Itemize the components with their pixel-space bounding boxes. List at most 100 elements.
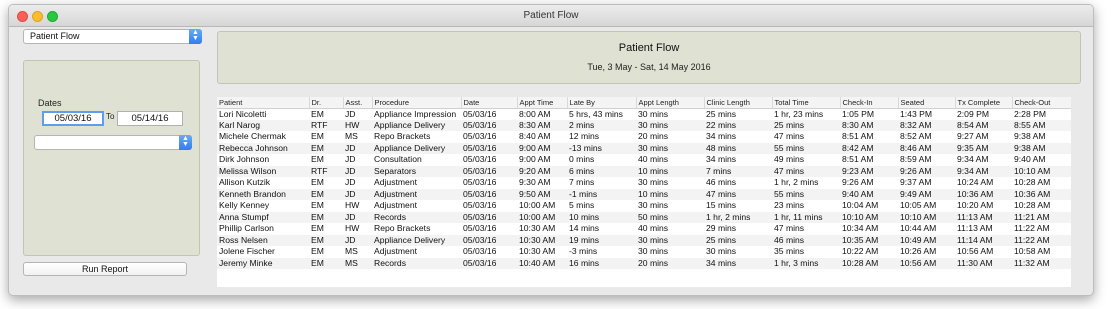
table-cell: 11:13 AM xyxy=(957,223,993,234)
table-cell: 20 mins xyxy=(636,257,704,269)
table-cell: 48 mins xyxy=(704,142,772,154)
table-cell: 2:28 PM xyxy=(1014,108,1047,119)
run-report-button[interactable]: Run Report xyxy=(23,262,187,276)
table-cell: Allison Kutzik xyxy=(219,177,271,188)
column-header[interactable]: Tx Complete xyxy=(955,97,1013,109)
table-row[interactable]: Karl Narog RTF HW Appliance Delivery 05/03/1… xyxy=(217,119,1071,131)
table-cell: 29 mins xyxy=(706,223,737,234)
table-cell: Adjustment xyxy=(374,200,417,211)
table-cell: 8:52 AM xyxy=(900,131,932,142)
table-row[interactable]: Kelly Kenney EM HW Adjustment 05/03/16 10:00 … xyxy=(217,200,1071,212)
date-from-field[interactable]: 05/03/16 xyxy=(42,111,104,126)
column-header[interactable]: Appt Length xyxy=(636,97,705,109)
table-cell: 30 mins xyxy=(638,246,669,257)
table-cell: 8:42 AM xyxy=(840,142,898,154)
table-cell: Records xyxy=(372,211,461,223)
report-date-range: Tue, 3 May - Sat, 14 May 2016 xyxy=(587,62,711,72)
table-cell: 10:36 AM xyxy=(955,188,1012,200)
column-header[interactable]: Check-Out xyxy=(1012,97,1071,109)
table-body: Lori Nicoletti EM JD Appliance Impression 05… xyxy=(217,108,1071,269)
table-cell: 1 hr, 11 mins xyxy=(772,211,840,223)
table-cell: 10:44 AM xyxy=(900,223,937,234)
table-cell: 10:20 AM xyxy=(957,200,994,211)
table-row[interactable]: Ross Nelsen EM JD Appliance Delivery 05/03/1… xyxy=(217,234,1071,246)
column-header[interactable]: Total Time xyxy=(772,97,841,109)
table-row[interactable]: Michele Chermak EM MS Repo Brackets 05/03/16… xyxy=(217,131,1071,143)
table-cell: 11:22 AM xyxy=(1012,234,1071,246)
table-row[interactable]: Lori Nicoletti EM JD Appliance Impression 05… xyxy=(217,108,1071,120)
table-row[interactable]: Dirk Johnson EM JD Consultation 05/03/16 9:00… xyxy=(217,154,1071,166)
table-cell: 9:50 AM xyxy=(517,188,567,200)
table-cell: 05/03/16 xyxy=(463,246,497,257)
table-cell: 11:13 AM xyxy=(955,211,1012,223)
table-cell: 10:30 AM xyxy=(519,223,556,234)
column-header[interactable]: Dr. xyxy=(309,97,344,109)
table-cell: JD xyxy=(343,142,372,154)
table-cell: 10:34 AM xyxy=(842,223,879,234)
table-cell: Michele Chermak xyxy=(219,131,286,142)
column-header[interactable]: Late By xyxy=(567,97,637,109)
table-cell: 10:10 AM xyxy=(898,211,955,223)
table-cell: -13 mins xyxy=(567,142,636,154)
table-cell: 8:30 AM xyxy=(517,119,567,131)
table-cell: Consultation xyxy=(374,154,422,165)
table-cell: 10:00 AM xyxy=(517,211,567,223)
table-cell: 30 mins xyxy=(638,108,669,119)
table-row[interactable]: Allison Kutzik EM JD Adjustment 05/03/16 9:30… xyxy=(217,177,1071,189)
table-cell: JD xyxy=(345,108,356,119)
table-cell: Adjustment xyxy=(374,177,417,188)
table-cell: JD xyxy=(343,211,372,223)
table-cell: 25 mins xyxy=(706,108,737,119)
table-cell: 9:23 AM xyxy=(840,165,898,177)
table-cell: 46 mins xyxy=(706,177,737,188)
table-cell: 30 mins xyxy=(706,246,737,257)
column-header[interactable]: Date xyxy=(461,97,518,109)
table-cell: EM xyxy=(309,234,343,246)
table-cell: 8:59 AM xyxy=(900,154,932,165)
patient-flow-table: Patient Dr. Asst. Procedure Date Appt Time Lat… xyxy=(217,97,1071,287)
table-cell: 10:58 AM xyxy=(1014,246,1051,257)
table-cell: EM xyxy=(309,142,343,154)
report-type-select[interactable]: Patient Flow ▲ ▼ xyxy=(23,29,202,44)
table-cell: 35 mins xyxy=(774,246,805,257)
table-cell: 7 mins xyxy=(569,177,595,188)
table-cell: 46 mins xyxy=(772,234,840,246)
column-header[interactable]: Check-In xyxy=(840,97,899,109)
table-cell: EM xyxy=(311,131,324,142)
column-header[interactable]: Procedure xyxy=(372,97,462,109)
table-row[interactable]: Anna Stumpf EM JD Records 05/03/16 10:00 AM 10… xyxy=(217,211,1071,223)
table-row[interactable]: Jeremy Minke EM MS Records 05/03/16 10:40 AM 1… xyxy=(217,257,1071,269)
table-row[interactable]: Phillip Carlson EM HW Repo Brackets 05/03/16… xyxy=(217,223,1071,235)
table-cell: 23 mins xyxy=(774,200,805,211)
table-cell: RTF xyxy=(309,165,343,177)
column-header[interactable]: Asst. xyxy=(343,97,373,109)
table-cell: Repo Brackets xyxy=(374,131,431,142)
table-row[interactable]: Rebecca Johnson EM JD Appliance Delivery 05/… xyxy=(217,142,1071,154)
column-header[interactable]: Patient xyxy=(217,97,310,109)
column-header[interactable]: Seated xyxy=(898,97,956,109)
column-header[interactable]: Appt Time xyxy=(517,97,568,109)
table-cell: 10:05 AM xyxy=(900,200,937,211)
table-cell: 10 mins xyxy=(567,211,636,223)
table-cell: 8:54 AM xyxy=(955,119,1012,131)
table-cell: 05/03/16 xyxy=(463,154,497,165)
column-header[interactable]: Clinic Length xyxy=(704,97,773,109)
table-cell: 10:22 AM xyxy=(842,246,879,257)
table-cell: JD xyxy=(343,165,372,177)
table-cell: JD xyxy=(343,188,372,200)
filter-select[interactable]: ▲ ▼ xyxy=(34,135,192,150)
table-cell: 9:20 AM xyxy=(517,165,567,177)
table-cell: 9:27 AM xyxy=(957,131,989,142)
table-row[interactable]: Melissa Wilson RTF JD Separators 05/03/16 9:2… xyxy=(217,165,1071,177)
table-cell: 05/03/16 xyxy=(463,223,497,234)
table-cell: Appliance Delivery xyxy=(372,142,461,154)
table-cell: 11:22 AM xyxy=(1014,223,1050,234)
table-cell: 10:10 AM xyxy=(1012,165,1071,177)
table-cell: JD xyxy=(345,154,356,165)
table-row[interactable]: Kenneth Brandon EM JD Adjustment 05/03/16 9:5… xyxy=(217,188,1071,200)
table-cell: 9:40 AM xyxy=(840,188,898,200)
table-row[interactable]: Jolene Fischer EM MS Adjustment 05/03/16 10:3… xyxy=(217,246,1071,258)
window-title: Patient Flow xyxy=(523,10,579,21)
date-to-field[interactable]: 05/14/16 xyxy=(117,111,183,126)
table-cell: 8:46 AM xyxy=(898,142,955,154)
